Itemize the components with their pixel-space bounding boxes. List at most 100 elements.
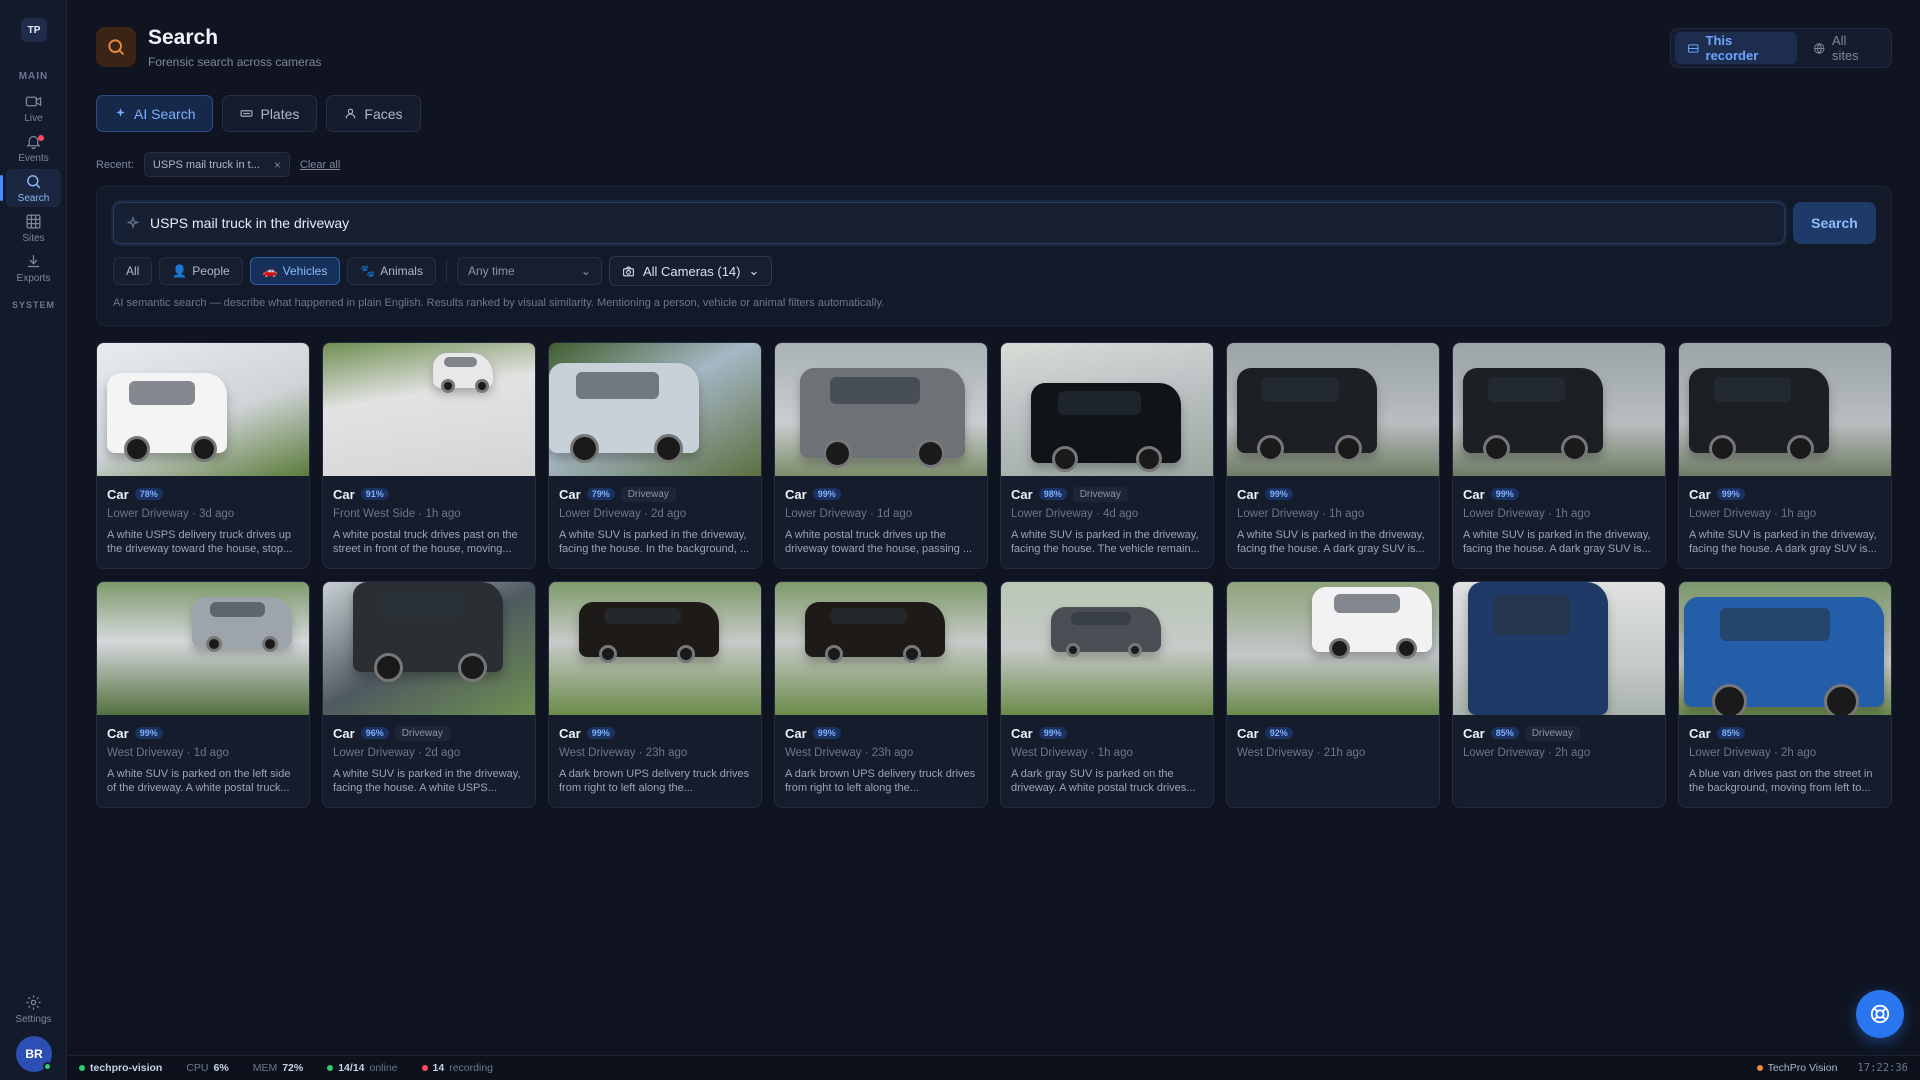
vehicle-wheel (206, 636, 222, 652)
result-card[interactable]: Car 99% Lower Driveway · 1h ago A white SUV… (1678, 342, 1892, 569)
result-card[interactable]: Car 99% Lower Driveway · 1h ago A white SUV… (1226, 342, 1440, 569)
sidebar-item-exports[interactable]: Exports (6, 249, 61, 287)
result-card[interactable]: Car 85% Driveway Lower Driveway · 2h ago (1452, 581, 1666, 808)
result-thumbnail[interactable] (1001, 582, 1213, 715)
brand-name: TechPro Vision (1767, 1062, 1838, 1074)
result-card[interactable]: Car 79% Driveway Lower Driveway · 2d ago A w… (548, 342, 762, 569)
result-info: Car 92% West Driveway · 21h ago (1227, 715, 1439, 760)
result-card[interactable]: Car 78% Lower Driveway · 3d ago A white USP… (96, 342, 310, 569)
clear-all-link[interactable]: Clear all (300, 159, 340, 171)
result-thumbnail[interactable] (1453, 343, 1665, 476)
result-card[interactable]: Car 92% West Driveway · 21h ago (1226, 581, 1440, 808)
host-status: techpro-vision (67, 1062, 174, 1074)
tab-ai-search[interactable]: AI Search (96, 95, 214, 132)
result-thumbnail[interactable] (323, 582, 535, 715)
result-thumbnail[interactable] (775, 343, 987, 476)
vehicle-wheel (915, 439, 945, 468)
result-description: A white SUV is parked on the left side o… (107, 768, 291, 794)
tab-plates[interactable]: Plates (222, 95, 318, 132)
vehicle-shape (579, 602, 719, 663)
result-info: Car 99% Lower Driveway · 1h ago A white SUV… (1679, 476, 1891, 556)
lifebuoy-icon (1870, 1004, 1890, 1024)
recent-search-chip[interactable]: USPS mail truck in t... × (143, 152, 290, 177)
vehicle-window (604, 607, 682, 624)
sidebar-item-events[interactable]: Events (6, 129, 61, 167)
result-thumbnail[interactable] (1679, 582, 1891, 715)
all-sites-button[interactable]: All sites (1801, 32, 1887, 64)
host-name: techpro-vision (90, 1062, 163, 1074)
recent-search-text: USPS mail truck in t... (152, 158, 260, 171)
result-thumbnail[interactable] (549, 343, 761, 476)
result-label: Car (1463, 725, 1485, 741)
zone-badge: Driveway (620, 486, 676, 502)
result-thumbnail[interactable] (1453, 582, 1665, 715)
help-button[interactable] (1856, 990, 1904, 1038)
result-thumbnail[interactable] (97, 582, 309, 715)
result-meta: West Driveway · 1d ago (107, 747, 229, 759)
this-recorder-button[interactable]: This recorder (1675, 32, 1798, 64)
vehicle-window (1058, 391, 1141, 415)
person-icon: 👤 (172, 264, 188, 278)
search-panel: Search All 👤 People 🚗 Vehicles 🐾 Animals An… (96, 186, 1892, 326)
result-thumbnail[interactable] (549, 582, 761, 715)
result-thumbnail[interactable] (1227, 582, 1439, 715)
result-card[interactable]: Car 99% West Driveway · 23h ago A dark brow… (774, 581, 988, 808)
result-thumbnail[interactable] (1227, 343, 1439, 476)
vehicle-wheel (1328, 638, 1350, 659)
sidebar-item-settings[interactable]: Settings (6, 990, 61, 1028)
result-meta: West Driveway · 1h ago (1011, 747, 1133, 759)
vehicle-wheel (1561, 435, 1588, 462)
search-button[interactable]: Search (1793, 202, 1876, 244)
filter-animals[interactable]: 🐾 Animals (347, 257, 436, 285)
result-meta: Lower Driveway · 2d ago (333, 747, 461, 759)
sparkle-icon (126, 216, 140, 229)
cpu-status: CPU 6% (174, 1062, 240, 1074)
result-info: Car 91% Front West Side · 1h ago A white po… (323, 476, 535, 556)
result-header: Car 99% (1011, 725, 1203, 741)
result-card[interactable]: Car 99% Lower Driveway · 1d ago A white pos… (774, 342, 988, 569)
filter-all[interactable]: All (113, 257, 153, 285)
result-info: Car 99% Lower Driveway · 1h ago A white SUV… (1227, 476, 1439, 556)
result-thumbnail[interactable] (1679, 343, 1891, 476)
result-info: Car 99% Lower Driveway · 1h ago A white SUV… (1453, 476, 1665, 556)
vehicle-window (829, 377, 921, 404)
search-input[interactable] (150, 215, 1750, 231)
page-subtitle: Forensic search across cameras (148, 55, 322, 69)
sidebar-item-live[interactable]: Live (6, 89, 61, 127)
sidebar-item-sites[interactable]: Sites (6, 209, 61, 247)
time-range-select[interactable]: Any time ⌄ (456, 257, 602, 285)
result-card[interactable]: Car 99% West Driveway · 1h ago A dark gray … (1000, 581, 1214, 808)
result-card[interactable]: Car 96% Driveway Lower Driveway · 2d ago A w… (322, 581, 536, 808)
result-card[interactable]: Car 99% West Driveway · 23h ago A dark brow… (548, 581, 762, 808)
tab-faces[interactable]: Faces (326, 95, 421, 132)
vehicle-wheel (374, 653, 403, 682)
app-logo[interactable]: TP (21, 18, 47, 42)
result-thumbnail[interactable] (1001, 343, 1213, 476)
vehicle-shape (1312, 587, 1432, 659)
result-card[interactable]: Car 91% Front West Side · 1h ago A white po… (322, 342, 536, 569)
result-card[interactable]: Car 98% Driveway Lower Driveway · 4d ago A w… (1000, 342, 1214, 569)
vehicle-wheel (123, 436, 150, 462)
close-icon[interactable]: × (274, 158, 281, 172)
vehicle-wheel (191, 436, 217, 462)
filter-people[interactable]: 👤 People (159, 257, 243, 285)
sidebar-item-search[interactable]: Search (0, 169, 61, 207)
result-card[interactable]: Car 85% Lower Driveway · 2h ago A blue van … (1678, 581, 1892, 808)
recent-label: Recent: (96, 158, 134, 171)
nav-section-main: MAIN (18, 71, 49, 82)
result-thumbnail[interactable] (775, 582, 987, 715)
confidence-badge: 98% (1038, 488, 1067, 500)
this-recorder-label: This recorder (1705, 33, 1759, 63)
confidence-badge: 99% (586, 727, 615, 739)
result-info: Car 99% West Driveway · 23h ago A dark brow… (549, 715, 761, 795)
result-thumbnail[interactable] (97, 343, 309, 476)
camera-select[interactable]: All Cameras (14) ⌄ (608, 256, 773, 286)
result-card[interactable]: Car 99% West Driveway · 1d ago A white SUV … (96, 581, 310, 808)
result-thumbnail[interactable] (323, 343, 535, 476)
result-card[interactable]: Car 99% Lower Driveway · 1h ago A white SUV… (1452, 342, 1666, 569)
vehicle-wheel (823, 439, 853, 468)
avatar[interactable]: BR (16, 1036, 52, 1072)
result-info: Car 99% West Driveway · 23h ago A dark brow… (775, 715, 987, 795)
result-meta: West Driveway · 21h ago (1237, 747, 1366, 759)
filter-vehicles[interactable]: 🚗 Vehicles (249, 257, 341, 285)
